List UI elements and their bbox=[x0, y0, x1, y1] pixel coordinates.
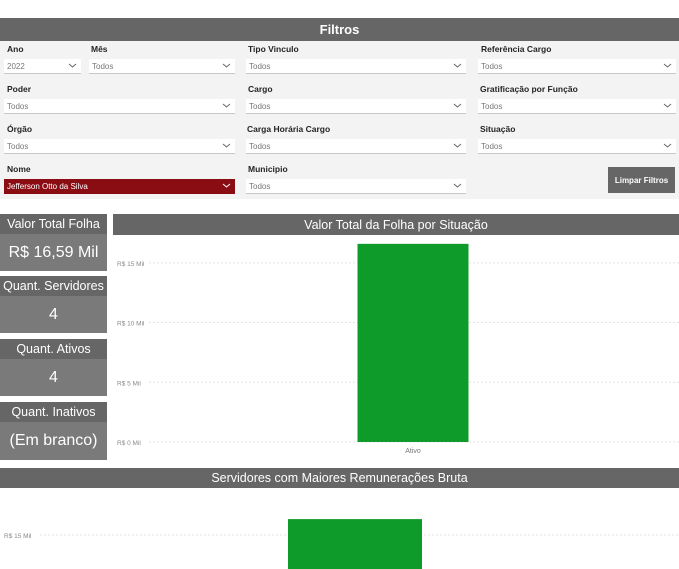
filter-label-mes: Mês bbox=[91, 44, 108, 54]
kpi-value-ativos: 4 bbox=[0, 359, 107, 396]
filter-value-gratificacao: Todos bbox=[481, 101, 503, 111]
y-tick-label: R$ 10 Mil bbox=[117, 321, 145, 328]
filter-select-nome[interactable]: Jefferson Otto da Silva bbox=[4, 179, 235, 194]
filter-label-municipio: Municipio bbox=[248, 164, 288, 174]
chart-remuneracoes-area: R$ 15 Mil bbox=[0, 488, 679, 569]
filter-select-referencia-cargo[interactable]: Todos bbox=[478, 59, 676, 74]
filter-select-carga-horaria[interactable]: Todos bbox=[246, 139, 466, 154]
filter-label-ano: Ano bbox=[7, 44, 24, 54]
chevron-down-icon bbox=[663, 102, 672, 109]
filter-label-tipo-vinculo: Tipo Vinculo bbox=[248, 44, 299, 54]
bar-ativo bbox=[357, 243, 469, 442]
x-tick-label: Ativo bbox=[405, 448, 421, 455]
filter-select-gratificacao[interactable]: Todos bbox=[478, 99, 676, 114]
filter-label-orgao: Órgão bbox=[7, 124, 33, 134]
filter-value-mes: Todos bbox=[92, 61, 114, 71]
filter-value-carga-horaria: Todos bbox=[249, 141, 271, 151]
y-tick-label: R$ 15 Mil bbox=[117, 261, 145, 268]
kpi-value-servidores: 4 bbox=[0, 296, 107, 333]
filter-select-orgao[interactable]: Todos bbox=[4, 139, 235, 154]
filter-value-municipio: Todos bbox=[249, 181, 271, 191]
chart-situacao: R$ 0 Mil R$ 5 Mil R$ 10 Mil R$ 15 Mil Ativo bbox=[117, 243, 679, 455]
kpi-value-valor-total: R$ 16,59 Mil bbox=[0, 234, 107, 271]
chart-remuneracoes-title: Servidores com Maiores Remunerações Brut… bbox=[0, 468, 679, 488]
kpi-value-inativos: (Em branco) bbox=[0, 422, 107, 460]
chevron-down-icon bbox=[453, 142, 462, 149]
kpi-title-servidores: Quant. Servidores bbox=[0, 276, 107, 296]
filters-header: Filtros bbox=[0, 18, 679, 41]
filter-value-cargo: Todos bbox=[249, 101, 271, 111]
kpi-title-inativos: Quant. Inativos bbox=[0, 402, 107, 422]
filter-value-tipo-vinculo: Todos bbox=[249, 61, 271, 71]
filter-label-poder: Poder bbox=[7, 84, 32, 94]
y-tick-label: R$ 15 Mil bbox=[4, 533, 32, 540]
chevron-down-icon bbox=[663, 142, 672, 149]
filter-label-situacao: Situação bbox=[480, 124, 516, 134]
filter-label-carga-horaria: Carga Horária Cargo bbox=[247, 124, 331, 134]
chart-remuneracoes: R$ 15 Mil bbox=[4, 519, 679, 569]
filter-label-cargo: Cargo bbox=[248, 84, 273, 94]
filter-value-situacao: Todos bbox=[481, 141, 503, 151]
filter-value-poder: Todos bbox=[7, 101, 29, 111]
filter-value-ano: 2022 bbox=[7, 61, 25, 71]
filter-select-situacao[interactable]: Todos bbox=[478, 139, 676, 154]
filter-select-poder[interactable]: Todos bbox=[4, 99, 235, 114]
kpi-title-valor-total: Valor Total Folha bbox=[0, 214, 107, 234]
bar bbox=[288, 519, 422, 569]
chevron-down-icon bbox=[453, 182, 462, 189]
chevron-down-icon bbox=[453, 102, 462, 109]
chevron-down-icon bbox=[222, 142, 231, 149]
chevron-down-icon bbox=[663, 62, 672, 69]
filter-label-nome: Nome bbox=[7, 164, 31, 174]
filter-value-referencia-cargo: Todos bbox=[481, 61, 503, 71]
chevron-down-icon bbox=[222, 102, 231, 109]
y-tick-label: R$ 5 Mil bbox=[117, 380, 141, 387]
filter-value-orgao: Todos bbox=[7, 141, 29, 151]
chevron-down-icon bbox=[68, 62, 77, 69]
filter-select-tipo-vinculo[interactable]: Todos bbox=[246, 59, 466, 74]
filter-label-gratificacao: Gratificação por Função bbox=[480, 84, 578, 94]
filters-title: Filtros bbox=[319, 22, 360, 37]
filter-select-cargo[interactable]: Todos bbox=[246, 99, 466, 114]
kpi-title-ativos: Quant. Ativos bbox=[0, 339, 107, 359]
chevron-down-icon bbox=[222, 182, 231, 189]
filter-select-municipio[interactable]: Todos bbox=[246, 179, 466, 194]
filter-value-nome: Jefferson Otto da Silva bbox=[7, 182, 88, 191]
filter-label-referencia-cargo: Referência Cargo bbox=[481, 44, 552, 54]
y-tick-label: R$ 0 Mil bbox=[117, 440, 141, 447]
chart-situacao-area: R$ 0 Mil R$ 5 Mil R$ 10 Mil R$ 15 Mil Ativo bbox=[113, 235, 679, 460]
chart-situacao-title: Valor Total da Folha por Situação bbox=[113, 214, 679, 235]
filter-select-mes[interactable]: Todos bbox=[89, 59, 235, 74]
filter-select-ano[interactable]: 2022 bbox=[4, 59, 81, 74]
chevron-down-icon bbox=[222, 62, 231, 69]
chevron-down-icon bbox=[453, 62, 462, 69]
clear-filters-button[interactable]: Limpar Filtros bbox=[608, 167, 675, 193]
